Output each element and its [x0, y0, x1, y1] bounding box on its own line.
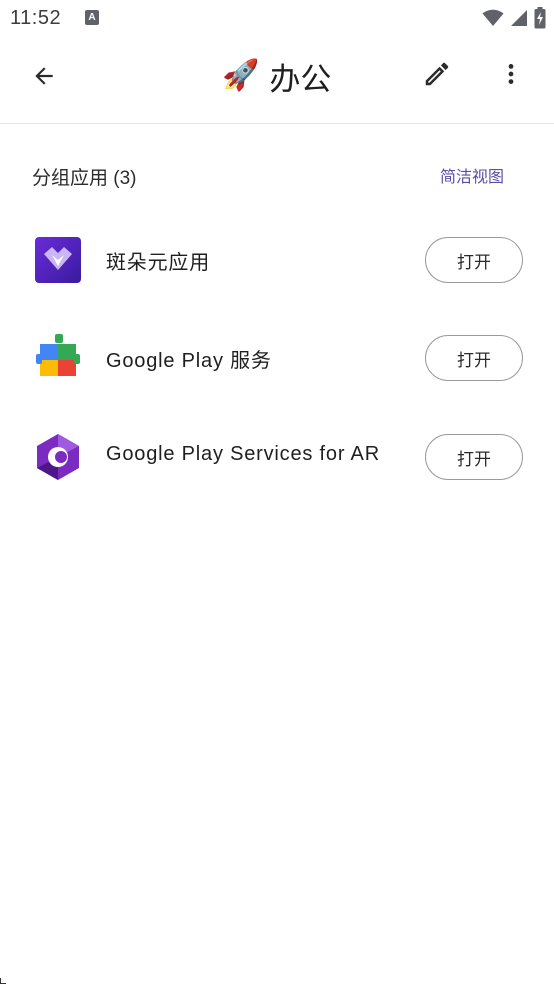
- compact-view-link[interactable]: 简洁视图: [440, 163, 504, 187]
- wifi-icon: [482, 9, 504, 26]
- app-bar: 🚀 办公: [0, 36, 554, 124]
- more-vert-icon: [508, 64, 514, 84]
- app-name: 斑朵元应用: [106, 252, 210, 274]
- more-options-button[interactable]: [491, 54, 531, 94]
- section-header: 分组应用 (3) 简洁视图: [0, 156, 554, 192]
- google-play-services-ar-icon: [37, 434, 79, 480]
- status-icons: [482, 7, 546, 29]
- bandu-app-icon: [35, 237, 81, 283]
- open-button[interactable]: 打开: [425, 434, 523, 480]
- status-time: 11:52: [10, 7, 62, 29]
- arrow-back-icon: [35, 67, 53, 85]
- group-title: 🚀 办公: [222, 54, 331, 98]
- notification-a-icon: A: [85, 10, 99, 25]
- back-button[interactable]: [24, 56, 64, 96]
- battery-charging-icon: [534, 7, 546, 29]
- cellular-signal-icon: [511, 10, 527, 26]
- edit-button[interactable]: [417, 54, 457, 94]
- app-name: Google Play Services for AR: [106, 443, 380, 465]
- google-play-services-icon: [36, 334, 80, 376]
- status-bar: 11:52 A: [0, 0, 554, 36]
- open-button[interactable]: 打开: [425, 237, 523, 283]
- app-name: Google Play 服务: [106, 350, 272, 372]
- section-title: 分组应用 (3): [32, 168, 137, 189]
- page-title: 办公: [269, 61, 332, 97]
- pencil-icon: [425, 62, 449, 86]
- app-row-bandu[interactable]: 斑朵元应用 打开: [0, 223, 554, 295]
- open-button[interactable]: 打开: [425, 335, 523, 381]
- corner-mark: [0, 978, 6, 984]
- app-row-google-play-services-ar[interactable]: Google Play Services for AR 打开: [0, 420, 554, 492]
- app-row-google-play-services[interactable]: Google Play 服务 打开: [0, 321, 554, 393]
- rocket-icon: 🚀: [222, 59, 260, 92]
